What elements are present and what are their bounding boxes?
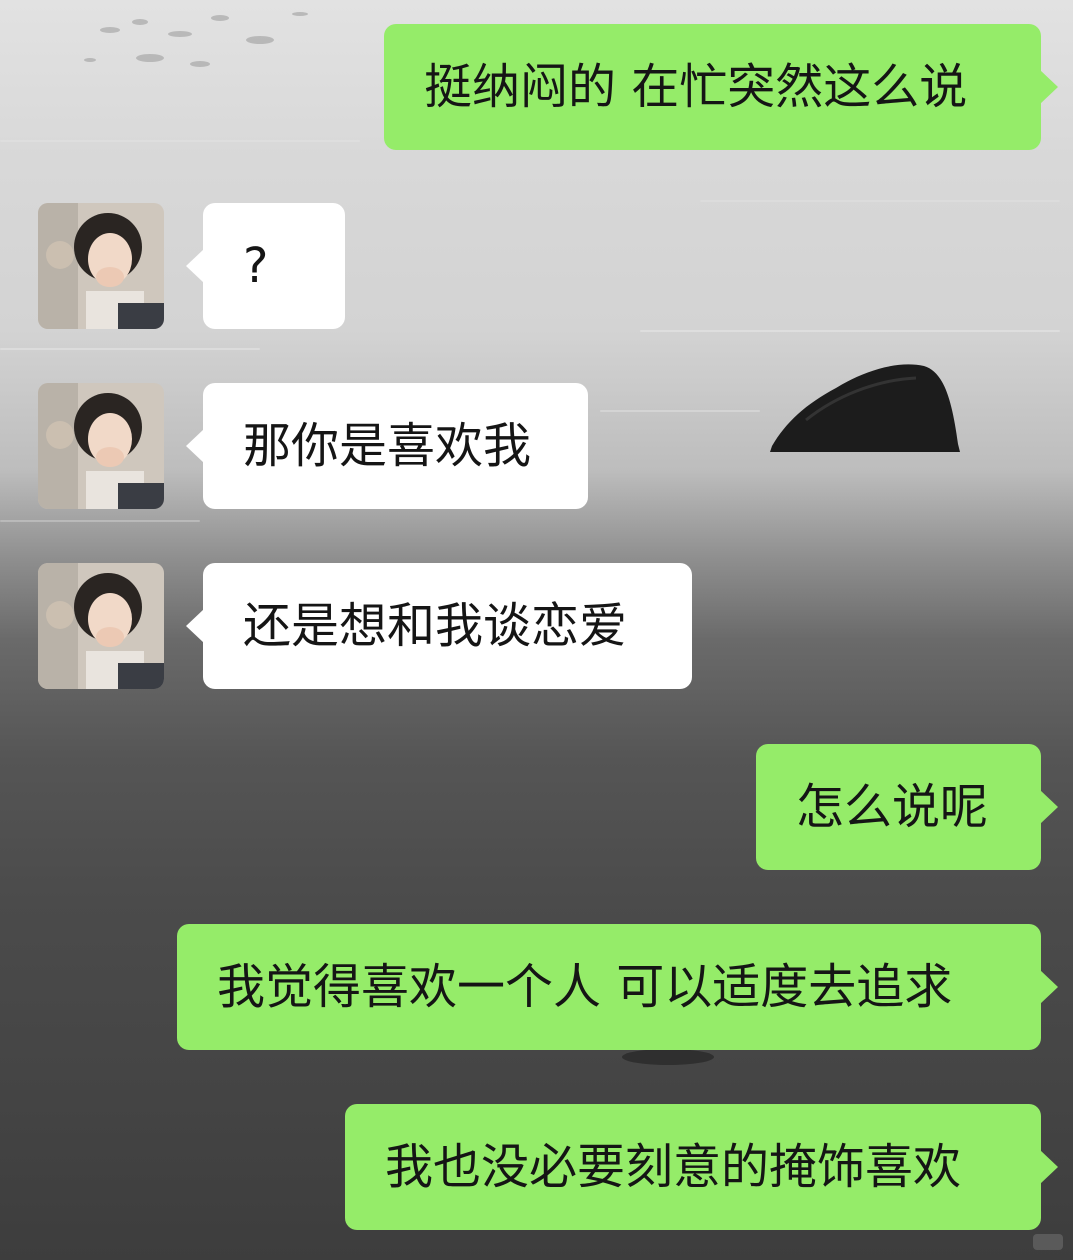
pebble-decoration [622,1049,714,1065]
message-bubble-incoming[interactable]: 那你是喜欢我 [186,383,588,509]
message-bubble-outgoing[interactable]: 我觉得喜欢一个人 可以适度去追求 [177,924,1058,1050]
profile-photo-icon [38,383,164,509]
message-bubble-outgoing[interactable]: 挺纳闷的 在忙突然这么说 [384,24,1058,150]
profile-photo-icon [38,563,164,689]
rock-on-beach-decoration [770,364,960,452]
message-bubble-outgoing[interactable]: 怎么说呢 [756,744,1058,870]
profile-photo-icon [38,203,164,329]
message-text: 怎么说呢 [796,779,989,835]
message-text: 还是想和我谈恋爱 [243,598,628,654]
contact-avatar[interactable] [38,563,164,689]
message-bubble-incoming[interactable]: 还是想和我谈恋爱 [186,563,692,689]
message-text: ? [243,238,269,294]
app-watermark-logo [1033,1234,1063,1250]
message-text: 挺纳闷的 在忙突然这么说 [424,59,968,115]
message-bubble-incoming[interactable]: ? [186,203,345,329]
message-text: 那你是喜欢我 [243,418,532,474]
message-text: 我也没必要刻意的掩饰喜欢 [385,1139,962,1195]
message-bubble-outgoing[interactable]: 我也没必要刻意的掩饰喜欢 [345,1104,1058,1230]
contact-avatar[interactable] [38,383,164,509]
message-text: 我觉得喜欢一个人 可以适度去追求 [217,959,953,1015]
sand-footprints-decoration [84,12,308,67]
contact-avatar[interactable] [38,203,164,329]
